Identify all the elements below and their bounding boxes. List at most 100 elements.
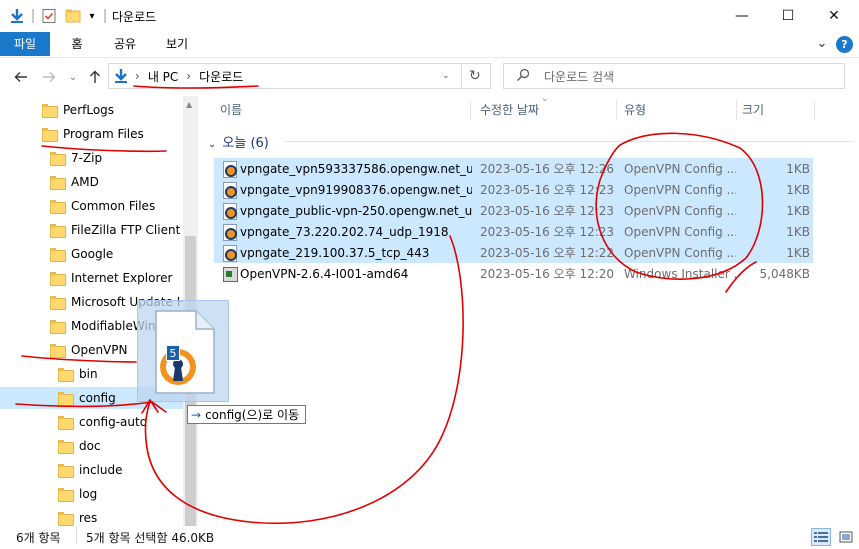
tree-item-program-files[interactable]: Program Files [42,123,144,145]
ribbon-divider [0,57,859,58]
tree-item-label: Program Files [63,127,144,141]
tree-item-label: FileZilla FTP Client [71,223,181,237]
file-date: 2023-05-16 오후 12:23 [480,183,615,197]
tree-item-res[interactable]: res [58,507,97,526]
address-bar[interactable]: › 내 PC › 다운로드 ⌄ ↻ [108,63,491,89]
recent-locations-icon[interactable]: ⌄ [64,68,82,86]
tree-item-google[interactable]: Google [50,243,113,265]
column-header-name[interactable]: 이름 [220,96,470,124]
qa-customize-icon[interactable]: ▾ [86,7,98,25]
column-header-size[interactable]: 크기 [742,96,812,124]
ribbon-expand-icon[interactable]: ⌄ [812,32,832,56]
tree-item-filezilla[interactable]: FileZilla FTP Client [50,219,180,241]
tree-item-label: Common Files [71,199,156,213]
minimize-button[interactable]: — [719,0,765,32]
folder-icon [42,104,58,118]
tree-item-label: doc [79,439,101,453]
help-icon[interactable]: ? [836,36,853,53]
column-divider[interactable] [616,100,617,120]
forward-arrow-icon[interactable] [40,68,58,86]
close-button[interactable]: ✕ [811,0,857,32]
properties-icon[interactable] [40,7,58,25]
list-item[interactable]: OpenVPN-2.6.4-I001-amd64 2023-05-16 오후 1… [214,263,813,284]
tree-item-perflogs[interactable]: PerfLogs [42,99,114,121]
scroll-up-icon[interactable]: ▲ [186,100,192,109]
tree-item-openvpn[interactable]: OpenVPN [50,339,127,361]
group-label: 오늘 (6) [222,136,269,151]
item-count: 6개 항목 [16,531,61,545]
column-divider[interactable] [470,100,471,120]
list-item[interactable]: vpngate_vpn919908376.opengw.net_ud... 20… [214,179,813,200]
new-folder-icon[interactable] [64,7,82,25]
tree-item-label: AMD [71,175,99,189]
list-item[interactable]: vpngate_vpn593337586.opengw.net_ud... 20… [214,158,813,179]
tab-file[interactable]: 파일 [0,32,50,56]
maximize-button[interactable]: ☐ [765,0,811,32]
move-arrow-icon: → [191,407,202,422]
file-date: 2023-05-16 오후 12:23 [480,225,615,239]
tab-share[interactable]: 공유 [108,32,142,56]
openvpn-config-icon [222,161,237,178]
breadcrumb-this-pc[interactable]: 내 PC [148,68,178,85]
qa-divider [32,9,34,23]
tab-home[interactable]: 홈 [62,32,92,56]
file-size: 1KB [786,203,810,218]
list-item[interactable]: vpngate_219.100.37.5_tcp_443 2023-05-16 … [214,242,813,263]
breadcrumb-separator[interactable]: › [135,69,140,83]
search-icon [516,68,530,85]
tree-item-amd[interactable]: AMD [50,171,99,193]
tree-item-bin[interactable]: bin [58,363,98,385]
tree-item-config-auto[interactable]: config-auto [58,411,147,433]
folder-icon [50,224,66,238]
tree-item-7zip[interactable]: 7-Zip [50,147,102,169]
tree-item-doc[interactable]: doc [58,435,101,457]
search-box[interactable]: 다운로드 검색 [503,63,845,89]
up-arrow-icon[interactable] [86,68,104,86]
tree-item-include[interactable]: include [58,459,122,481]
back-arrow-icon[interactable] [12,68,30,86]
column-header-type[interactable]: 유형 [624,96,734,124]
collapse-chevron-icon[interactable]: ⌄ [208,139,216,150]
tree-item-label: Google [71,247,114,261]
file-size: 1KB [786,224,810,239]
tree-item-label: bin [79,367,98,381]
list-item[interactable]: vpngate_73.220.202.74_udp_1918 2023-05-1… [214,221,813,242]
file-type: OpenVPN Config ... [624,203,736,218]
refresh-icon[interactable]: ↻ [469,68,481,84]
folder-icon [50,200,66,214]
file-size: 1KB [786,245,810,260]
column-header-date[interactable]: 수정한 날짜 [480,96,620,124]
group-header[interactable]: ⌄ 오늘 (6) [208,132,269,151]
tab-view[interactable]: 보기 [160,32,194,56]
column-divider[interactable] [736,100,737,120]
details-view-icon[interactable] [811,528,831,546]
drag-preview: 5 [137,300,229,402]
file-type: OpenVPN Config ... [624,245,736,260]
tree-item-label: PerfLogs [63,103,115,117]
file-name: vpngate_219.100.37.5_tcp_443 [240,245,430,260]
list-item[interactable]: vpngate_public-vpn-250.opengw.net_ud... … [214,200,813,221]
file-size: 5,048KB [759,266,810,281]
folder-icon [58,464,74,478]
file-size: 1KB [786,182,810,197]
status-bar: 6개 항목 5개 항목 선택함 46.0KB [0,526,859,549]
drag-count-badge: 5 [166,345,180,361]
breadcrumb-downloads[interactable]: 다운로드 [199,68,243,85]
file-type: Windows Installer ... [624,266,736,281]
breadcrumb-separator[interactable]: › [186,69,191,83]
tree-item-log[interactable]: log [58,483,97,505]
tree-item-internet-explorer[interactable]: Internet Explorer [50,267,172,289]
folder-icon [50,320,66,334]
column-divider[interactable] [814,100,815,120]
file-type: OpenVPN Config ... [624,224,736,239]
tree-item-common-files[interactable]: Common Files [50,195,155,217]
file-size: 1KB [786,161,810,176]
installer-icon [222,266,238,282]
folder-icon [50,296,66,310]
large-icons-view-icon[interactable] [836,528,856,546]
tree-item-label: log [79,487,98,501]
tree-item-label: Internet Explorer [71,271,173,285]
sort-indicator-icon: ⌄ [541,94,549,104]
address-history-icon[interactable]: ⌄ [442,71,450,81]
downloads-icon [8,7,26,25]
